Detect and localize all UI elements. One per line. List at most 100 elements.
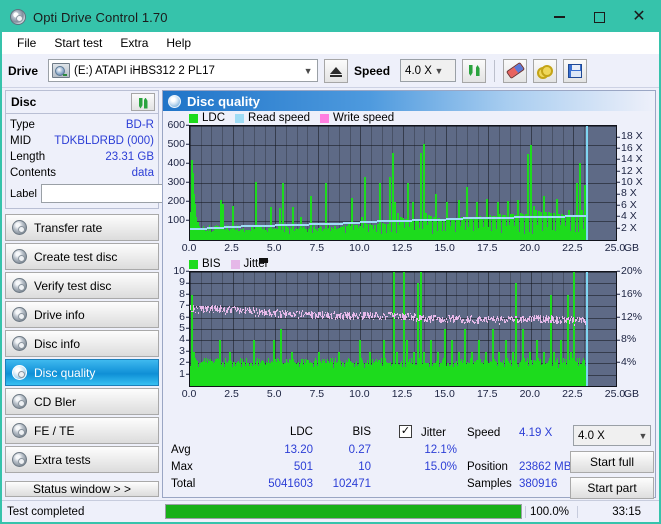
eject-icon xyxy=(330,67,342,74)
line-segment xyxy=(278,316,279,318)
legend-label: Write speed xyxy=(333,112,394,124)
line-segment xyxy=(554,322,555,324)
disc-row-value: BD-R xyxy=(126,119,154,131)
line-segment xyxy=(507,320,508,322)
disc-refresh-button[interactable] xyxy=(131,93,155,111)
disc-icon xyxy=(168,95,181,108)
gridline-horizontal xyxy=(587,306,616,307)
status-window-button[interactable]: Status window > > xyxy=(5,481,159,497)
sidebar-item-drive-info[interactable]: Drive info xyxy=(5,301,159,328)
legend-item-bis: BIS xyxy=(189,258,221,270)
legend-label: BIS xyxy=(202,258,221,270)
stats-panel: LDC BIS Avg Max Total 13.20 501 5041603 … xyxy=(163,423,655,497)
y2-tick-label: 10 X xyxy=(621,177,643,188)
test-speed-select[interactable]: 4.0 X ▼ xyxy=(573,425,651,446)
y-tick-label: 200 xyxy=(167,196,185,207)
line-segment xyxy=(415,314,416,316)
refresh-button[interactable] xyxy=(462,59,486,83)
menu-item-help[interactable]: Help xyxy=(157,33,200,53)
minimize-button[interactable] xyxy=(539,2,579,32)
sidebar-item-create-test-disc[interactable]: Create test disc xyxy=(5,243,159,270)
eject-button[interactable] xyxy=(324,59,348,83)
x-tick-label: 0.0 xyxy=(182,388,197,400)
drive-select-value: (E:) ATAPI iHBS312 2 PL17 xyxy=(74,65,301,77)
line-segment xyxy=(366,317,367,319)
line-segment xyxy=(224,307,225,311)
sidebar: Disc Type BD-R MID TDKBLDRBD (000) Lengt… xyxy=(2,88,162,500)
gridline-horizontal xyxy=(587,295,616,296)
close-button[interactable]: ✕ xyxy=(619,2,659,32)
sidebar-item-label: Disc quality xyxy=(34,366,95,380)
stats-ldc-total: 5041603 xyxy=(237,478,313,490)
jitter-checkbox[interactable]: ✓ xyxy=(399,425,412,438)
sidebar-item-transfer-rate[interactable]: Transfer rate xyxy=(5,214,159,241)
x-tick-label: 10.0 xyxy=(349,388,369,400)
line-segment xyxy=(576,319,577,321)
gridline-horizontal xyxy=(587,145,616,146)
tools-button[interactable] xyxy=(533,59,557,83)
start-part-button[interactable]: Start part xyxy=(570,477,654,499)
stats-jitter-avg: 12.1% xyxy=(367,444,457,456)
line-segment xyxy=(447,321,448,323)
line-segment xyxy=(292,315,293,317)
sidebar-item-fe-te[interactable]: FE / TE xyxy=(5,417,159,444)
menu-item-extra[interactable]: Extra xyxy=(111,33,157,53)
stats-speed-value: 4.19 X xyxy=(519,427,552,439)
line-segment xyxy=(281,314,282,317)
line-segment xyxy=(229,306,230,308)
start-full-button[interactable]: Start full xyxy=(570,451,654,473)
app-icon xyxy=(10,9,26,25)
legend-swatch-icon xyxy=(189,114,198,123)
line-segment xyxy=(304,314,305,316)
status-bar: Test completed 100.0% 33:15 xyxy=(2,500,659,522)
speed-select[interactable]: 4.0 X ▼ xyxy=(400,59,456,82)
line-segment xyxy=(332,318,333,320)
stats-bis-avg: 0.27 xyxy=(317,444,371,456)
line-segment xyxy=(267,314,268,316)
x-tick-label: 10.0 xyxy=(349,242,369,254)
line-segment xyxy=(394,220,411,222)
erase-button[interactable] xyxy=(503,59,527,83)
gridline-horizontal xyxy=(587,352,616,353)
main-panel: Disc quality LDC Read speed Write speed … xyxy=(162,90,656,498)
line-segment xyxy=(225,313,226,315)
sidebar-item-cd-bler[interactable]: CD Bler xyxy=(5,388,159,415)
maximize-button[interactable] xyxy=(579,2,619,32)
y-tick-label: 6 xyxy=(179,311,185,322)
menu-item-file[interactable]: File xyxy=(8,33,45,53)
menu-item-start-test[interactable]: Start test xyxy=(45,33,111,53)
y2-tick-label: 8% xyxy=(621,334,636,345)
sidebar-item-disc-info[interactable]: Disc info xyxy=(5,330,159,357)
line-segment xyxy=(292,224,309,226)
drive-select[interactable]: (E:) ATAPI iHBS312 2 PL17 ▼ xyxy=(48,59,318,82)
line-segment xyxy=(475,322,476,324)
sidebar-item-extra-tests[interactable]: Extra tests xyxy=(5,446,159,473)
line-segment xyxy=(503,317,504,319)
plot-area-top[interactable] xyxy=(189,125,617,241)
line-segment xyxy=(222,311,223,313)
y-tick-label: 2 xyxy=(179,357,185,368)
line-segment xyxy=(570,318,571,322)
line-segment xyxy=(341,313,342,315)
plot-wrap-bottom: 1 2 3 4 5 6 7 8 9 10 4% 8% 12% 16% 20% xyxy=(163,271,655,387)
save-button[interactable] xyxy=(563,59,587,83)
line-segment xyxy=(408,313,409,317)
line-segment xyxy=(446,318,447,320)
sidebar-item-verify-test-disc[interactable]: Verify test disc xyxy=(5,272,159,299)
chevron-down-icon: ▼ xyxy=(636,431,650,441)
y-tick-label: 400 xyxy=(167,158,185,169)
y-axis-left-bottom: 1 2 3 4 5 6 7 8 9 10 xyxy=(163,271,189,387)
y-tick-label: 600 xyxy=(167,120,185,131)
line-segment xyxy=(257,312,258,314)
legend-item-ldc: LDC xyxy=(189,112,225,124)
disc-row-key: Contents xyxy=(10,167,56,179)
legend-swatch-icon xyxy=(235,114,244,123)
sidebar-item-disc-quality[interactable]: Disc quality xyxy=(5,359,159,386)
plot-area-bottom[interactable] xyxy=(189,271,617,387)
line-segment xyxy=(406,316,407,319)
chevron-down-icon: ▼ xyxy=(432,66,446,76)
optical-drive-icon xyxy=(52,63,70,78)
line-segment xyxy=(258,315,259,317)
line-segment xyxy=(397,313,398,316)
line-segment xyxy=(573,317,574,322)
